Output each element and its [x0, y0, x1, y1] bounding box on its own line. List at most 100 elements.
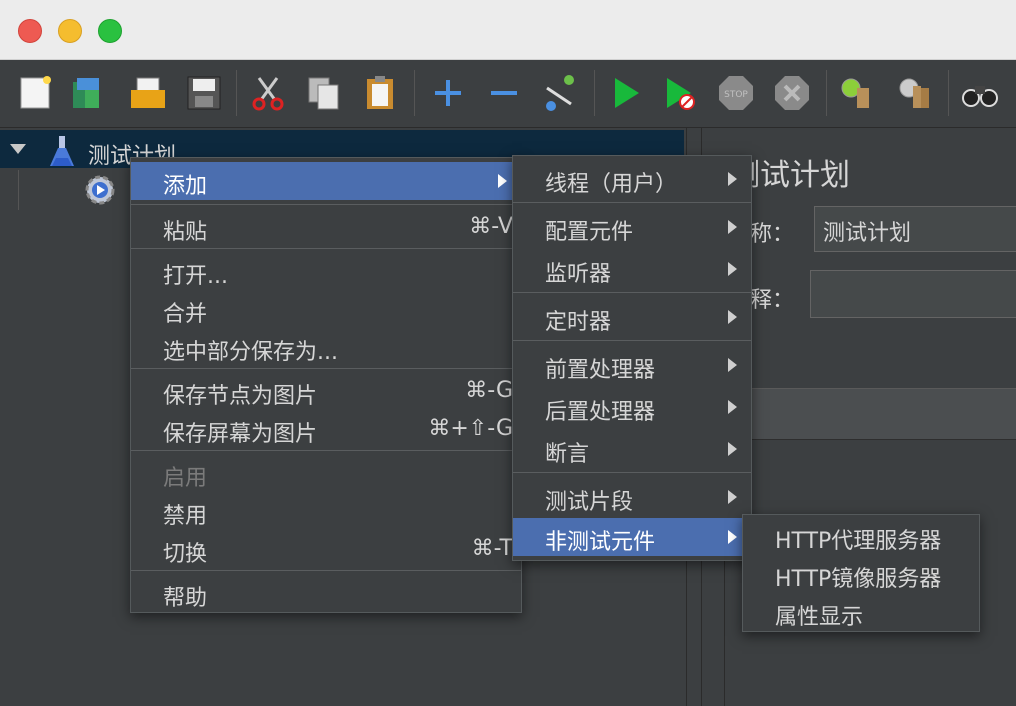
menu-item-toggle[interactable]: 切换 ⌘-T [131, 530, 521, 568]
menu-item-label: 后置处理器 [545, 400, 656, 425]
shutdown-button[interactable] [772, 72, 812, 114]
submenu-item-http-mirror-server[interactable]: HTTP镜像服务器 [743, 555, 979, 593]
submenu-item-threads[interactable]: 线程（用户） [513, 160, 751, 198]
menu-separator [131, 450, 521, 451]
save-button[interactable] [184, 72, 224, 114]
menu-item-open[interactable]: 打开... [131, 252, 521, 290]
menu-item-enable: 启用 [131, 454, 521, 492]
menu-item-label: HTTP镜像服务器 [775, 567, 942, 592]
menu-item-save-selection-as[interactable]: 选中部分保存为... [131, 328, 521, 366]
submenu-arrow-icon [728, 530, 737, 544]
paste-button[interactable] [360, 72, 400, 114]
start-no-pause-icon [667, 78, 695, 110]
comment-field[interactable] [810, 270, 1016, 318]
copy-button[interactable] [304, 72, 344, 114]
submenu-arrow-icon [728, 262, 737, 276]
add-submenu: 线程（用户） 配置元件 监听器 定时器 前置处理器 后置处理器 断言 测试片段 … [512, 155, 752, 561]
comment-label: 释： [750, 288, 795, 313]
expand-all-button[interactable] [428, 72, 468, 114]
menu-item-label: 选中部分保存为... [163, 340, 338, 365]
new-button[interactable] [16, 72, 56, 114]
submenu-item-listener[interactable]: 监听器 [513, 250, 751, 288]
save-icon [187, 76, 221, 110]
submenu-item-post-processor[interactable]: 后置处理器 [513, 388, 751, 426]
clear-all-icon [899, 78, 929, 108]
stop-icon: STOP [719, 76, 753, 110]
tree-line [18, 170, 19, 210]
submenu-item-timer[interactable]: 定时器 [513, 298, 751, 336]
toolbar-separator [826, 70, 827, 116]
submenu-item-test-fragment[interactable]: 测试片段 [513, 478, 751, 516]
menu-item-label: 启用 [163, 466, 208, 491]
toggle-icon [546, 75, 574, 111]
expand-arrow-icon[interactable] [10, 144, 26, 154]
menu-item-paste[interactable]: 粘贴 ⌘-V [131, 208, 521, 246]
menu-item-label: 配置元件 [545, 220, 634, 245]
menu-separator [131, 248, 521, 249]
open-icon [131, 77, 165, 108]
non-test-elements-submenu: HTTP代理服务器 HTTP镜像服务器 属性显示 [742, 514, 980, 632]
menu-separator [131, 204, 521, 205]
shutdown-icon [775, 76, 809, 110]
submenu-item-property-display[interactable]: 属性显示 [743, 593, 979, 631]
submenu-arrow-icon [728, 172, 737, 186]
menu-separator [131, 570, 521, 571]
menu-item-shortcut: ⌘-G [465, 378, 513, 403]
submenu-item-config-element[interactable]: 配置元件 [513, 208, 751, 246]
collapse-icon [491, 91, 517, 95]
submenu-arrow-icon [728, 400, 737, 414]
submenu-item-pre-processor[interactable]: 前置处理器 [513, 346, 751, 384]
menu-item-label: 线程（用户） [545, 172, 678, 197]
new-icon [20, 76, 51, 109]
name-field[interactable]: 测试计划 [814, 206, 1016, 252]
toolbar-separator [594, 70, 595, 116]
menu-item-label: 属性显示 [775, 605, 864, 630]
collapse-all-button[interactable] [484, 72, 524, 114]
start-button[interactable] [606, 72, 646, 114]
submenu-item-non-test-elements[interactable]: 非测试元件 [513, 518, 751, 556]
menu-item-help[interactable]: 帮助 [131, 574, 521, 612]
submenu-item-assertion[interactable]: 断言 [513, 430, 751, 468]
maximize-window-button[interactable] [98, 19, 122, 43]
stop-button[interactable]: STOP [716, 72, 756, 114]
submenu-item-http-proxy-server[interactable]: HTTP代理服务器 [743, 517, 979, 555]
minimize-window-button[interactable] [58, 19, 82, 43]
menu-item-label: 断言 [545, 442, 590, 467]
submenu-arrow-icon [728, 220, 737, 234]
search-button[interactable] [960, 72, 1000, 114]
menu-item-add[interactable]: 添加 [131, 162, 521, 200]
paste-icon [367, 76, 393, 109]
menu-item-disable[interactable]: 禁用 [131, 492, 521, 530]
clear-button[interactable] [836, 72, 876, 114]
close-window-button[interactable] [18, 19, 42, 43]
menu-separator [131, 368, 521, 369]
flask-icon [50, 136, 74, 166]
toolbar-separator [948, 70, 949, 116]
menu-item-shortcut: ⌘-T [471, 536, 513, 561]
start-no-pauses-button[interactable] [660, 72, 700, 114]
toggle-button[interactable] [540, 72, 580, 114]
menu-item-save-screen-image[interactable]: 保存屏幕为图片 ⌘+⇧-G [131, 410, 521, 448]
toolbar: STOP [0, 60, 1016, 128]
menu-item-shortcut: ⌘+⇧-G [428, 416, 513, 441]
templates-button[interactable] [68, 72, 108, 114]
menu-item-label: 测试片段 [545, 490, 634, 515]
menu-item-label: 保存节点为图片 [163, 384, 318, 409]
cut-button[interactable] [248, 72, 288, 114]
menu-item-label: 合并 [163, 302, 208, 327]
menu-item-save-node-image[interactable]: 保存节点为图片 ⌘-G [131, 372, 521, 410]
gear-icon[interactable] [82, 172, 118, 208]
templates-icon [73, 78, 99, 108]
menu-item-label: 定时器 [545, 310, 612, 335]
menu-item-label: 前置处理器 [545, 358, 656, 383]
toolbar-separator [414, 70, 415, 116]
clear-icon [841, 78, 869, 108]
menu-item-label: 非测试元件 [545, 530, 656, 555]
open-button[interactable] [128, 72, 168, 114]
clear-all-button[interactable] [894, 72, 934, 114]
menu-separator [513, 472, 751, 473]
menu-item-merge[interactable]: 合并 [131, 290, 521, 328]
submenu-arrow-icon [728, 310, 737, 324]
cut-icon [252, 77, 284, 111]
menu-item-label: 切换 [163, 542, 208, 567]
